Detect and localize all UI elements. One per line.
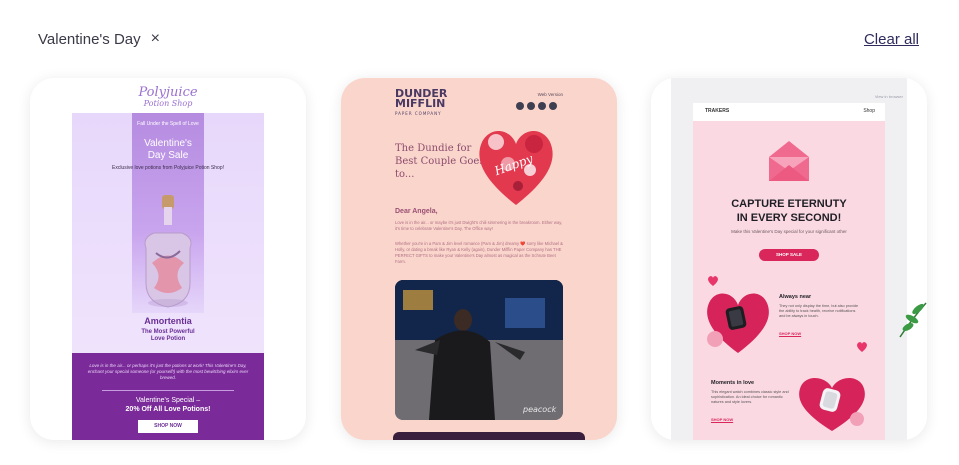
svg-text:peacock: peacock — [522, 405, 557, 414]
filter-chip-valentines-day[interactable]: Valentine's Day × — [38, 30, 160, 48]
divider — [102, 390, 234, 391]
telegram-icon — [516, 102, 524, 110]
promo-body: Love is in the air... or perhaps it's ju… — [87, 363, 249, 380]
clear-all-link[interactable]: Clear all — [864, 31, 919, 48]
feature-body-1: They not only display the time, but also… — [779, 304, 859, 318]
promo-line-1: Valentine's Special – — [135, 397, 201, 404]
hero-title: Valentine's Day Sale — [144, 138, 192, 161]
template-card-polyjuice[interactable]: Polyjuice Potion Shop Fall Under the Spe… — [30, 78, 306, 440]
template-card-dunder-mifflin[interactable]: DUNDER MIFFLIN PAPER COMPANY Web Version … — [341, 78, 617, 440]
close-icon[interactable]: × — [151, 30, 160, 48]
shop-now-link-2: SHOP NOW — [711, 417, 734, 422]
email-header: TRAKERS Shop — [693, 103, 885, 121]
brand-logo: DUNDER MIFFLIN PAPER COMPANY — [395, 87, 448, 116]
brand-logo: TRAKERS — [705, 108, 730, 114]
hero-section: Fall Under the Spell of Love Valentine's… — [72, 113, 264, 353]
envelope-icon — [769, 141, 809, 181]
hero-intro: Exclusive love potions from Polyjuice Po… — [111, 165, 224, 171]
feature-title-1: Always near — [779, 294, 812, 300]
email-subtitle: Make this Valentine's Day special for yo… — [731, 229, 847, 234]
email-preview: Fall Under the Spell of Love Valentine's… — [72, 113, 264, 440]
floral-heart-image: Happy — [479, 130, 553, 205]
shop-now-link-1: SHOP NOW — [779, 331, 802, 336]
facebook-icon — [549, 102, 557, 110]
street-photo: peacock — [395, 280, 563, 420]
feature-body-2: This elegant watch combines classic styl… — [711, 390, 789, 404]
youtube-icon — [527, 102, 535, 110]
heart-icon — [708, 276, 718, 286]
product-name: Amortentia — [144, 316, 192, 326]
instagram-icon — [538, 102, 546, 110]
shop-link: Shop — [863, 108, 875, 114]
email-paragraph-1: Love is in the air... or maybe it's just… — [395, 220, 563, 231]
leaf-icon — [899, 302, 927, 338]
promo-section: Love is in the air... or perhaps it's ju… — [72, 353, 264, 440]
email-paragraph-2: Whether you're in a Pam & Jim level roma… — [395, 241, 563, 264]
feature-title-2: Moments in love — [711, 380, 755, 386]
email-headline: CAPTURE ETERNUTY IN EVERY SECOND! — [731, 198, 847, 224]
potion-bottle-image — [144, 195, 192, 308]
shop-sale-button: SHOP SALE — [759, 249, 819, 261]
heart-watch-image — [707, 293, 769, 353]
filter-chip-label: Valentine's Day — [38, 30, 141, 48]
template-card-trakers[interactable]: View in browser TRAKERS Shop CAPTURE ETE… — [651, 78, 927, 440]
web-version-link: Web Version — [537, 92, 563, 97]
product-subtitle: The Most Powerful Love Potion — [141, 329, 195, 342]
hero-kicker: Fall Under the Spell of Love — [137, 121, 199, 127]
filter-bar: Valentine's Day × Clear all — [0, 0, 959, 70]
shop-now-button: SHOP NOW — [138, 420, 198, 433]
email-preview: TRAKERS Shop CAPTURE ETERNUTY IN EVERY SE… — [693, 103, 927, 440]
heart-icon — [857, 342, 867, 352]
social-icons — [516, 102, 557, 110]
view-in-browser-link: View in browser — [874, 94, 903, 99]
cta-bar — [393, 432, 585, 440]
promo-line-2: 20% Off All Love Potions! — [125, 406, 211, 413]
template-gallery: Polyjuice Potion Shop Fall Under the Spe… — [30, 78, 930, 440]
brand-logo: Polyjuice Potion Shop — [138, 85, 198, 108]
email-greeting: Dear Angela, — [395, 208, 438, 215]
heart-watch-image — [799, 377, 865, 431]
